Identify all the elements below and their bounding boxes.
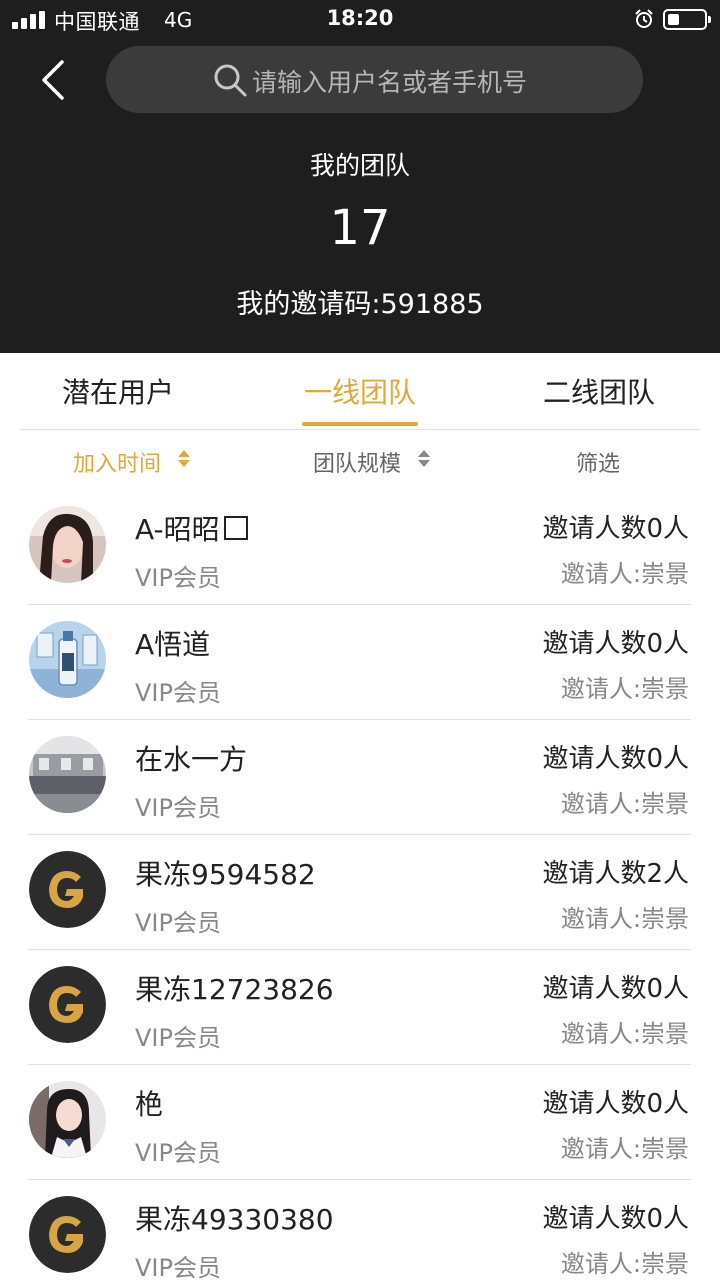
avatar [29, 966, 106, 1043]
member-row[interactable]: 在水一方 VIP会员 邀请人数0人 邀请人:崇景 [0, 720, 720, 835]
sort-join-time[interactable]: 加入时间 [73, 446, 161, 478]
battery-icon [663, 9, 711, 30]
member-level: VIP会员 [135, 1139, 221, 1167]
search-icon [214, 64, 247, 97]
sort-team-size-icon[interactable] [418, 450, 430, 470]
tab-potential-users[interactable]: 潜在用户 [60, 371, 176, 411]
member-row[interactable]: 栬 VIP会员 邀请人数0人 邀请人:崇景 [0, 1065, 720, 1180]
tab-first-line-team[interactable]: 一线团队 [302, 371, 418, 411]
sort-bar: 加入时间 团队规模 筛选 [0, 430, 720, 490]
checkbox-icon [223, 516, 248, 540]
g-logo-icon [29, 851, 106, 928]
member-name: 在水一方 [135, 743, 248, 776]
member-level: VIP会员 [135, 564, 221, 592]
active-tab-indicator [302, 422, 418, 426]
clock: 18:20 [326, 6, 394, 30]
alarm-icon [635, 9, 653, 28]
inviter: 邀请人:崇景 [560, 1020, 689, 1048]
team-title: 我的团队 [309, 151, 410, 180]
g-logo-icon [29, 966, 106, 1043]
status-bar: 中国联通 4G 18:20 [0, 0, 720, 40]
invite-count: 邀请人数0人 [542, 629, 689, 659]
header: 中国联通 4G 18:20 请输入用户名或者手机号 我的团队 17 我的邀请码:… [0, 0, 720, 353]
back-arrow-icon[interactable] [36, 58, 76, 102]
tab-second-line-team[interactable]: 二线团队 [541, 371, 657, 411]
invite-count: 邀请人数0人 [542, 1204, 689, 1234]
team-count: 17 [329, 200, 391, 256]
sort-join-time-icon[interactable] [178, 450, 190, 470]
member-level: VIP会员 [135, 909, 221, 937]
invite-code: 我的邀请码:591885 [236, 289, 484, 320]
tab-bar: 潜在用户 一线团队 二线团队 [0, 353, 720, 430]
invite-count: 邀请人数0人 [542, 1089, 689, 1119]
member-row[interactable]: 果冻12723826 VIP会员 邀请人数0人 邀请人:崇景 [0, 950, 720, 1065]
inviter: 邀请人:崇景 [560, 905, 689, 933]
member-row[interactable]: 果冻49330380 VIP会员 邀请人数0人 邀请人:崇景 [0, 1180, 720, 1280]
avatar [29, 1196, 106, 1273]
member-level: VIP会员 [135, 1254, 221, 1280]
member-level: VIP会员 [135, 794, 221, 822]
member-name: 果冻49330380 [135, 1203, 334, 1236]
g-logo-icon [29, 1196, 106, 1273]
member-name: 果冻12723826 [135, 973, 334, 1006]
inviter: 邀请人:崇景 [560, 560, 689, 588]
search-input[interactable]: 请输入用户名或者手机号 [106, 46, 643, 113]
member-name: 栬 [135, 1088, 164, 1121]
avatar [29, 1081, 106, 1158]
member-level: VIP会员 [135, 679, 221, 707]
inviter: 邀请人:崇景 [560, 675, 689, 703]
member-name: A-昭昭 [135, 508, 248, 548]
invite-count: 邀请人数0人 [542, 744, 689, 774]
inviter: 邀请人:崇景 [560, 1250, 689, 1278]
member-name: 果冻9594582 [135, 858, 316, 891]
member-row[interactable]: 果冻9594582 VIP会员 邀请人数2人 邀请人:崇景 [0, 835, 720, 950]
avatar [29, 621, 106, 698]
avatar [29, 736, 106, 813]
member-name: A悟道 [135, 628, 211, 661]
member-level: VIP会员 [135, 1024, 221, 1052]
member-row[interactable]: A-昭昭 VIP会员 邀请人数0人 邀请人:崇景 [0, 490, 720, 605]
member-row[interactable]: A悟道 VIP会员 邀请人数0人 邀请人:崇景 [0, 605, 720, 720]
inviter: 邀请人:崇景 [560, 790, 689, 818]
invite-count: 邀请人数0人 [542, 974, 689, 1004]
invite-count: 邀请人数0人 [542, 514, 689, 544]
sort-team-size[interactable]: 团队规模 [313, 446, 401, 478]
filter-button[interactable]: 筛选 [576, 446, 620, 478]
avatar [29, 506, 106, 583]
avatar [29, 851, 106, 928]
invite-count: 邀请人数2人 [542, 859, 689, 889]
inviter: 邀请人:崇景 [560, 1135, 689, 1163]
search-placeholder: 请输入用户名或者手机号 [252, 68, 528, 97]
